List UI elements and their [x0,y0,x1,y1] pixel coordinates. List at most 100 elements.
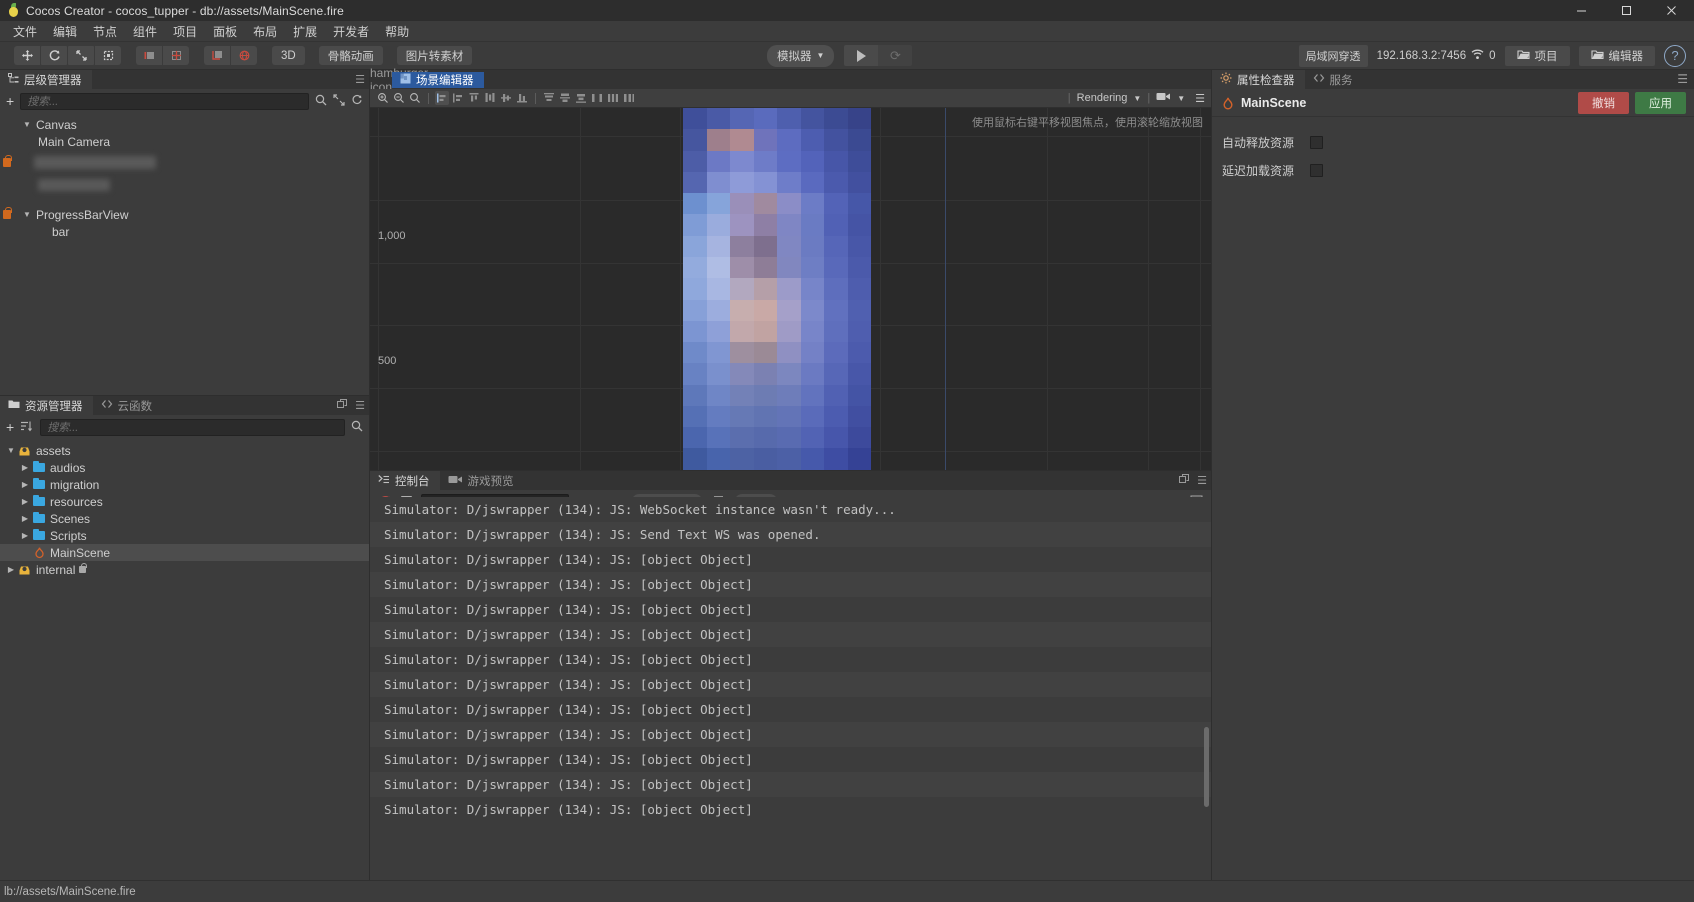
menu-file[interactable]: 文件 [5,21,45,42]
chevron-right-icon[interactable]: ▶ [6,565,16,574]
tab-cloud-function[interactable]: 云函数 [92,396,162,415]
distribute-left-icon[interactable] [542,91,556,105]
zoom-in-icon[interactable] [376,91,390,105]
scene-viewport[interactable]: 使用鼠标右键平移视图焦点，使用滚轮缩放视图 1,000 500 [370,108,1211,470]
chevron-down-icon[interactable]: ▼ [22,210,32,219]
menu-project[interactable]: 项目 [165,21,205,42]
asset-row-resources[interactable]: ▶ resources [0,493,369,510]
menu-edit[interactable]: 编辑 [45,21,85,42]
menu-node[interactable]: 节点 [85,21,125,42]
asset-row-assets[interactable]: ▼ assets [0,442,369,459]
search-icon[interactable] [315,94,327,109]
simulator-selector[interactable]: 模拟器 ▼ [767,44,835,67]
chevron-down-icon[interactable]: ▼ [6,446,16,455]
menu-layout[interactable]: 布局 [245,21,285,42]
divider-hierarchy-assets[interactable] [0,395,369,396]
tree-node-canvas[interactable]: ▼ Canvas [0,116,369,133]
console-scrollbar[interactable] [1204,727,1209,807]
search-icon[interactable] [351,420,363,435]
chevron-down-icon[interactable]: ▼ [1133,94,1141,103]
rendering-mode-label[interactable]: Rendering [1077,92,1128,104]
move-tool-icon[interactable] [14,46,40,65]
global-coord-toggle-icon[interactable] [231,46,257,65]
minimize-icon[interactable] [1559,0,1604,21]
close-icon[interactable] [1649,0,1694,21]
revert-button[interactable]: 撤销 [1578,91,1629,114]
local-coord-toggle-icon[interactable] [204,46,230,65]
lock-icon[interactable] [3,206,12,219]
async-load-checkbox[interactable] [1310,163,1323,177]
rotate-tool-icon[interactable] [41,46,67,65]
distribute-h-icon[interactable] [590,91,604,105]
tree-node-hidden-2[interactable] [0,174,369,196]
skeleton-animation-button[interactable]: 骨骼动画 [318,46,383,65]
asset-row-scenes[interactable]: ▶ Scenes [0,510,369,527]
tab-hierarchy[interactable]: 层级管理器 [0,70,92,89]
hamburger-icon[interactable]: ☰ [355,73,365,86]
asset-row-mainscene[interactable]: MainScene [0,544,369,561]
chevron-down-icon[interactable]: ▼ [1177,94,1185,103]
scale-tool-icon[interactable] [68,46,94,65]
align-top-icon[interactable] [483,91,497,105]
chevron-down-icon[interactable]: ▼ [22,120,32,129]
zoom-out-icon[interactable] [392,91,406,105]
distribute-center-icon[interactable] [558,91,572,105]
refresh-button[interactable]: ⟳ [878,45,913,66]
detach-icon[interactable] [337,399,348,412]
distribute-v-icon[interactable] [606,91,620,105]
tree-node-hidden-1[interactable] [0,150,369,174]
assets-search-input[interactable]: 搜索... [40,418,345,436]
divider-scene-inspector[interactable] [1211,70,1212,880]
play-button[interactable] [844,45,879,66]
tab-console[interactable]: 控制台 [370,471,440,490]
hamburger-icon[interactable]: ☰ [355,399,365,412]
asset-row-scripts[interactable]: ▶ Scripts [0,527,369,544]
lan-tunnel-button[interactable]: 局域网穿透 [1298,44,1368,67]
align-middle-icon[interactable] [499,91,513,105]
menu-developer[interactable]: 开发者 [325,21,377,42]
asset-row-migration[interactable]: ▶ migration [0,476,369,493]
chevron-right-icon[interactable]: ▶ [20,463,30,472]
hamburger-icon[interactable]: ☰ [1677,72,1688,86]
camera-icon[interactable] [1156,91,1171,105]
menu-panel[interactable]: 面板 [205,21,245,42]
align-center-h-icon[interactable] [451,91,465,105]
menu-help[interactable]: 帮助 [377,21,417,42]
help-icon[interactable]: ? [1664,44,1686,67]
align-left-icon[interactable] [435,91,449,105]
chevron-right-icon[interactable]: ▶ [20,531,30,540]
chevron-right-icon[interactable]: ▶ [20,480,30,489]
divider-scene-console[interactable] [370,470,1211,471]
tab-services[interactable]: 服务 [1304,70,1363,89]
asset-row-audios[interactable]: ▶ audios [0,459,369,476]
center-toggle-icon[interactable] [163,46,189,65]
tree-node-main-camera[interactable]: Main Camera [0,133,369,150]
add-node-button[interactable]: + [6,94,14,108]
rect-tool-icon[interactable] [95,46,121,65]
detach-icon[interactable] [1179,474,1190,487]
lock-icon[interactable] [3,154,12,167]
sort-icon[interactable] [20,420,33,435]
tree-node-progressbarview[interactable]: ▼ ProgressBarView [0,206,369,223]
distribute-right-icon[interactable] [574,91,588,105]
texture-convert-button[interactable]: 图片转素材 [396,46,473,65]
dimension-toggle[interactable]: 3D [272,46,305,65]
apply-button[interactable]: 应用 [1635,91,1686,114]
pivot-toggle-icon[interactable] [136,46,162,65]
hamburger-icon[interactable]: ☰ [1195,92,1205,105]
maximize-icon[interactable] [1604,0,1649,21]
tab-assets[interactable]: 资源管理器 [0,396,93,415]
collapse-icon[interactable] [333,93,345,109]
zoom-fit-icon[interactable] [408,91,422,105]
align-bottom-icon[interactable] [515,91,529,105]
tab-game-preview[interactable]: 游戏预览 [439,471,524,490]
editor-settings-button[interactable]: 编辑器 [1578,45,1655,66]
sync-icon[interactable] [351,94,363,109]
add-asset-button[interactable]: + [6,420,14,434]
project-settings-button[interactable]: 项目 [1504,45,1570,66]
asset-row-internal[interactable]: ▶ internal [0,561,369,578]
auto-release-checkbox[interactable] [1310,135,1323,149]
tab-scene-editor[interactable]: 场景编辑器 [392,71,484,88]
console-log-list[interactable]: Simulator: D/jswrapper (134): JS: WebSoc… [370,497,1211,880]
hierarchy-search-input[interactable]: 搜索... [20,92,309,110]
